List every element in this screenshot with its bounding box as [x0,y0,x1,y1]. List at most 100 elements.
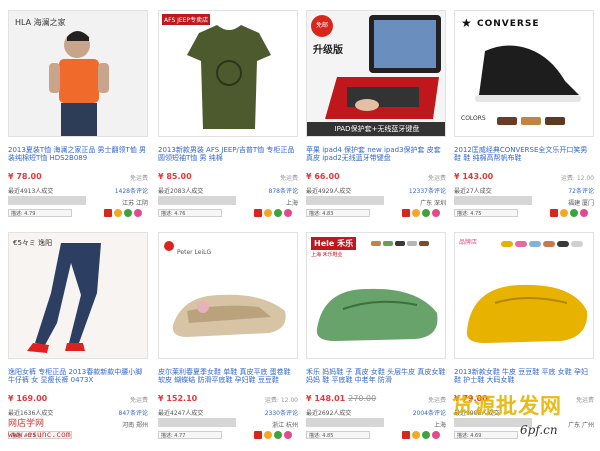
rating-box: 描述: 4.85 [306,431,370,439]
product-title[interactable]: 皮尔莱利春夏季女鞋 单鞋 真皮平底 蛋卷鞋 软皮 蝴蝶结 防滑平底鞋 孕妇鞋 豆… [158,368,298,392]
reviews-link[interactable]: 878条评论 [269,186,298,195]
shipping-info: 运费: 12.00 [560,175,594,182]
shop-name-redacted[interactable] [454,196,532,205]
shop-name-redacted[interactable] [306,418,384,427]
sales-count: 最近4913人成交 [8,188,54,195]
shop-name-redacted[interactable] [306,196,384,205]
guarantee-icon [264,431,272,439]
location: 上海 [285,200,298,207]
reviews-link[interactable]: 2004条评论 [413,408,446,417]
rating-box: 描述: 4.69 [454,431,518,439]
location: 广东 深圳 [420,200,446,207]
sales-count: 最近2083人成交 [158,188,204,195]
shipping-info: 免运费 [279,175,298,182]
brand-logo: HLA 海澜之家 [15,18,66,27]
returns-icon [274,431,282,439]
returns-icon [422,209,430,217]
service-badges [402,209,446,218]
brand-mark-icon [164,241,174,251]
product-card[interactable]: AFS JEEP专卖店 2013新款男装 AFS JEEP/吉普T恤 专柜正品 … [158,10,298,220]
original-price: 270.00 [348,394,377,403]
jeans-illustration [27,243,101,353]
reviews-link[interactable]: 847条评论 [119,408,148,417]
product-price: ¥ 143.00 [454,172,494,181]
moccasin-illustration [466,241,588,343]
product-card[interactable]: Hele 禾乐 上海 禾乐鞋业 禾乐 妈妈鞋 子 真皮 女鞋 头层牛皮 真皮女鞋… [306,232,446,442]
product-title[interactable]: 禾乐 妈妈鞋 子 真皮 女鞋 头层牛皮 真皮女鞋 妈妈 鞋 平底鞋 中老年 防滑 [306,368,446,392]
watermark-url: www.esunc.com [8,430,71,439]
invoice-icon [134,209,142,217]
product-card[interactable]: €5々ミ 逸阳 逸阳女裤 专柜正品 2013春款新款中腰小脚牛仔裤 女 显瘦长裤… [8,232,148,442]
product-card[interactable]: HLA 海澜之家 2013夏装T恤 海澜之家正品 男士翻领T恤 男装纯棉短T恤 … [8,10,148,220]
product-card[interactable]: ★ CONVERSE COLORS 2012匡威经典CONVERSE全文乐开口笑… [454,10,594,220]
reviews-link[interactable]: 72条评论 [568,186,594,195]
watermark-right: 货源批发网 [452,393,562,418]
product-price: ¥ 169.00 [8,394,48,403]
watermark-right-url: 6pf.cn [520,423,558,437]
product-image[interactable]: 品牌店 [454,232,594,359]
service-badges [254,209,298,218]
location: 江苏 江阴 [122,200,148,207]
product-image[interactable]: ★ CONVERSE COLORS [454,10,594,137]
product-card[interactable]: Peter LeiLG 皮尔莱利春夏季女鞋 单鞋 真皮平底 蛋卷鞋 软皮 蝴蝶结… [158,232,298,442]
service-badges [104,209,148,218]
product-title[interactable]: 2012匡威经典CONVERSE全文乐开口笑男鞋 鞋 纯棉高帮帆布鞋 [454,146,594,170]
product-price: ¥ 85.00 [158,172,192,181]
colors-label: COLORS [461,115,486,122]
product-image[interactable]: 免邮 升级版 IPAD保护套+无线蓝牙键盘 [306,10,446,137]
brand-logo: Peter LeiLG [177,249,212,256]
guarantee-icon [114,209,122,217]
guarantee-icon [560,209,568,217]
shipping-info: 免运费 [129,175,148,182]
watermark-cn: 网店学网 [8,419,45,429]
guarantee-icon [264,209,272,217]
shipping-info: 免运费 [575,397,594,404]
brand-logo: Hele 禾乐 [311,237,357,250]
tmall-icon [254,209,262,217]
returns-icon [274,209,282,217]
product-title[interactable]: 2013新款女鞋 牛皮 豆豆鞋 平底 女鞋 孕妇鞋 护士鞋 大码女鞋 [454,368,594,392]
product-image[interactable]: €5々ミ 逸阳 [8,232,148,359]
product-image[interactable]: Peter LeiLG [158,232,298,359]
product-price: ¥ 78.00 [8,172,42,181]
product-title[interactable]: 逸阳女裤 专柜正品 2013春款新款中腰小脚牛仔裤 女 显瘦长裤 0473X [8,368,148,392]
shop-name-redacted[interactable] [158,418,236,427]
tmall-icon [402,209,410,217]
reviews-link[interactable]: 1428条评论 [115,186,148,195]
invoice-icon [432,431,440,439]
free-shipping-badge: 免邮 [311,15,333,37]
sales-count: 最近4929人成交 [306,188,352,195]
product-image[interactable]: Hele 禾乐 上海 禾乐鞋业 [306,232,446,359]
rating-box: 描述: 4.75 [454,209,518,217]
brand-logo: AFS JEEP专卖店 [162,14,211,25]
shop-name-redacted[interactable] [158,196,236,205]
shop-name-redacted[interactable] [8,196,86,205]
product-title[interactable]: 2013新款男装 AFS JEEP/吉普T恤 专柜正品 圆领短袖T恤 男 纯棉 [158,146,298,170]
location: 福建 厦门 [568,200,594,207]
shipping-info: 运费: 12.00 [264,397,298,404]
product-title[interactable]: 苹果 ipad4 保护套 new ipad3保护套 皮套 真皮 ipad2无线蓝… [306,146,446,170]
returns-icon [422,431,430,439]
rating-box: 描述: 4.83 [306,209,370,217]
product-caption: IPAD保护套+无线蓝牙键盘 [307,122,445,136]
rating-box: 描述: 4.79 [8,209,72,217]
reviews-link[interactable]: 12337条评论 [409,186,446,195]
returns-icon [570,209,578,217]
star-icon: ★ [461,16,472,30]
invoice-icon [432,209,440,217]
location: 河南 郑州 [122,422,148,429]
reviews-link[interactable]: 2330条评论 [265,408,298,417]
brand-logo: CONVERSE [477,19,540,29]
product-title[interactable]: 2013夏装T恤 海澜之家正品 男士翻领T恤 男装纯棉短T恤 HDS2B089 [8,146,148,170]
service-badges [550,209,594,218]
product-image[interactable]: AFS JEEP专卖店 [158,10,298,137]
guarantee-icon [412,431,420,439]
upgrade-label: 升级版 [313,45,343,56]
invoice-icon [284,209,292,217]
brand-logo: 品牌店 [459,239,478,246]
product-card[interactable]: 免邮 升级版 IPAD保护套+无线蓝牙键盘 苹果 ipad4 保护套 new i… [306,10,446,220]
product-price: ¥ 148.01 270.00 [306,394,376,403]
product-price: ¥ 66.00 [306,172,340,181]
model-illustration [49,31,109,136]
product-image[interactable]: HLA 海澜之家 [8,10,148,137]
